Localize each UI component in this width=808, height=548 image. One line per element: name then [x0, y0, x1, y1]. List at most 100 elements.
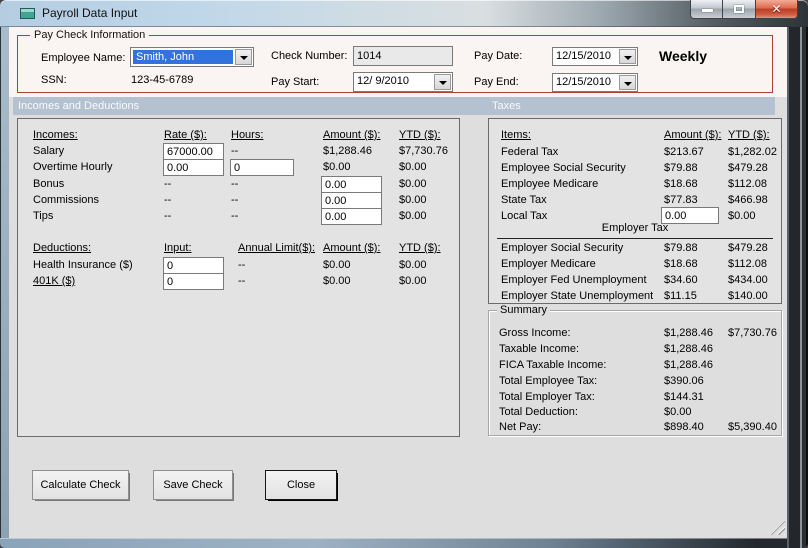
overtime-rate-input[interactable] [163, 159, 224, 176]
summary-legend: Summary [497, 304, 551, 316]
client-area: Pay Check Information Employee Name: Smi… [9, 27, 787, 538]
pay-start-label: Pay Start: [271, 76, 320, 88]
amount-value: $0.00 [323, 259, 351, 271]
summary-row-total-employer-tax: Total Employer Tax: $144.31 [489, 390, 781, 405]
row-label: Net Pay: [499, 421, 542, 433]
tips-amount-input[interactable] [321, 208, 382, 225]
tax-row-emp-social-security: Employee Social Security $79.88 $479.28 [489, 161, 781, 176]
row-label: Commissions [33, 194, 100, 206]
amount-value: $0.00 [323, 161, 351, 173]
row-label: State Tax [501, 194, 547, 206]
ytd-value: $0.00 [399, 210, 427, 222]
summary-row-total-employee-tax: Total Employee Tax: $390.06 [489, 374, 781, 389]
close-window-button[interactable]: ✕ [756, 0, 798, 19]
annual-limit-header: Annual Limit($): [238, 242, 316, 254]
save-check-button[interactable]: Save Check [153, 470, 233, 500]
row-label: Total Employee Tax: [499, 375, 598, 387]
hours-value: -- [231, 194, 239, 206]
row-label: Total Employer Tax: [499, 391, 595, 403]
row-label: Tips [33, 210, 54, 222]
amount-value: $34.60 [664, 274, 698, 286]
resize-grip[interactable] [770, 520, 785, 535]
row-label: Total Deduction: [499, 406, 578, 418]
row-label: Employee Social Security [501, 162, 626, 174]
row-label: Bonus [33, 178, 65, 190]
hours-value: -- [231, 210, 239, 222]
employee-name-combobox[interactable]: Smith, John [130, 47, 254, 67]
row-label: Salary [33, 145, 65, 157]
pay-date-datepicker[interactable]: 12/15/2010 [552, 47, 638, 66]
title-bar[interactable]: Payroll Data Input ✕ [0, 0, 808, 27]
amount-value: $1,288.46 [664, 343, 713, 355]
input-header: Input: [164, 242, 192, 254]
health-insurance-input[interactable] [163, 257, 224, 274]
window-controls: ✕ [690, 0, 798, 19]
pay-frequency-label: Weekly [659, 48, 707, 64]
row-label: Federal Tax [501, 146, 559, 158]
chevron-down-icon[interactable] [619, 75, 636, 90]
pay-end-value: 12/15/2010 [556, 76, 612, 88]
hours-value: -- [231, 178, 239, 190]
rate-value: -- [164, 194, 172, 206]
rate-value: -- [164, 178, 172, 190]
chevron-down-icon[interactable] [235, 49, 252, 65]
ytd-value: $434.00 [728, 274, 768, 286]
ytd-value: $1,282.02 [728, 146, 777, 158]
amount-header: Amount ($): [664, 129, 722, 141]
amount-value: $79.88 [664, 162, 698, 174]
pay-end-datepicker[interactable]: 12/15/2010 [552, 73, 638, 92]
ytd-value: $0.00 [399, 194, 427, 206]
income-row-tips: Tips -- -- $0.00 [18, 209, 459, 224]
tax-row-emp-medicare: Employee Medicare $18.68 $112.08 [489, 177, 781, 192]
amount-value: $11.15 [664, 290, 697, 302]
row-label: FICA Taxable Income: [499, 359, 607, 371]
ytd-value: $0.00 [399, 259, 427, 271]
close-button[interactable]: Close [265, 470, 337, 500]
check-number-field[interactable] [353, 46, 453, 66]
chevron-down-icon[interactable] [619, 49, 636, 64]
amount-value: $213.67 [664, 146, 704, 158]
amount-value: $1,288.46 [323, 145, 372, 157]
items-header: Items: [501, 129, 531, 141]
calculate-check-button[interactable]: Calculate Check [32, 470, 129, 500]
row-label: Local Tax [501, 210, 548, 222]
income-row-commissions: Commissions -- -- $0.00 [18, 193, 459, 208]
employer-tax-divider [497, 238, 773, 239]
summary-row-total-deduction: Total Deduction: $0.00 [489, 405, 781, 420]
close-icon: ✕ [771, 2, 782, 16]
chevron-down-icon[interactable] [434, 74, 451, 90]
salary-rate-input[interactable] [163, 143, 224, 160]
minimize-icon [702, 9, 713, 12]
incomes-header: Incomes: [33, 129, 78, 141]
bonus-amount-input[interactable] [321, 176, 382, 193]
maximize-button[interactable] [723, 0, 756, 19]
overtime-hours-input[interactable] [230, 159, 294, 176]
401k-link[interactable]: 401K ($) [33, 274, 75, 288]
pay-date-label: Pay Date: [474, 50, 523, 62]
ytd-header: YTD ($): [399, 129, 441, 141]
summary-row-gross-income: Gross Income: $1,288.46 $7,730.76 [489, 326, 781, 341]
deductions-header-row: Deductions: Input: Annual Limit($): Amou… [18, 241, 459, 256]
deduction-row-health-insurance: Health Insurance ($) -- $0.00 $0.00 [18, 258, 459, 273]
pay-start-datepicker[interactable]: 12/ 9/2010 [353, 72, 453, 92]
amount-value: $0.00 [664, 406, 692, 418]
minimize-button[interactable] [690, 0, 723, 19]
row-label: Overtime Hourly [33, 161, 113, 173]
amount-header: Amount ($): [323, 129, 381, 141]
employer-tax-subheader: Employer Tax [601, 222, 669, 234]
amount-value: $18.68 [664, 178, 698, 190]
pay-date-value: 12/15/2010 [556, 50, 612, 62]
paycheck-info-legend: Pay Check Information [30, 29, 150, 41]
summary-groupbox: Summary Gross Income: $1,288.46 $7,730.7… [488, 304, 782, 436]
ytd-value: $7,730.76 [728, 327, 777, 339]
amount-value: $144.31 [664, 391, 704, 403]
deduction-row-401k: 401K ($) -- $0.00 $0.00 [18, 274, 459, 289]
row-label: Employer Social Security [501, 242, 624, 254]
summary-row-net-pay: Net Pay: $898.40 $5,390.40 [489, 420, 781, 435]
ytd-value: $479.28 [728, 242, 768, 254]
rate-header: Rate ($): [164, 129, 207, 141]
401k-input[interactable] [163, 273, 224, 290]
window-frame-bottom [0, 538, 787, 548]
commissions-amount-input[interactable] [321, 192, 382, 209]
ssn-label: SSN: [41, 74, 67, 86]
